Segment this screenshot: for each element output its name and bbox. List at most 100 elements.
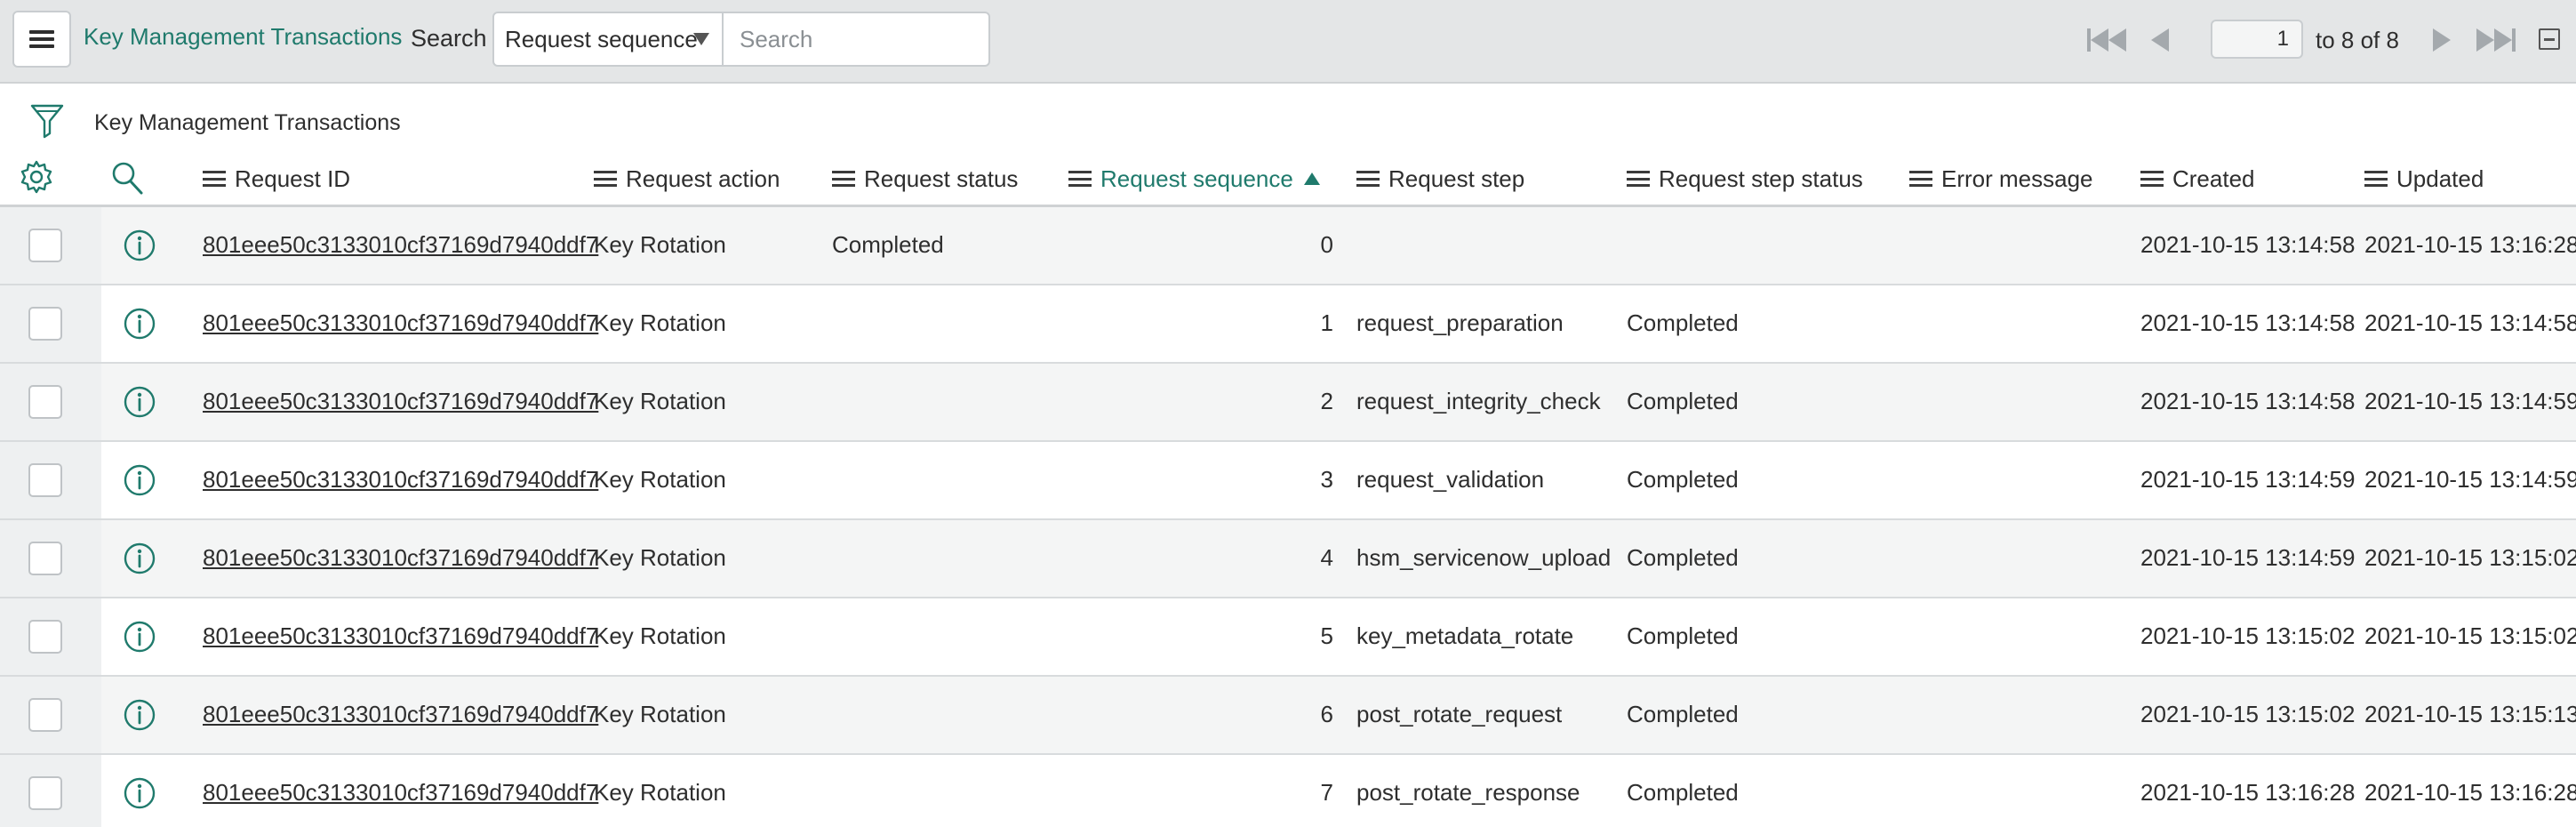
column-lines-icon[interactable] <box>2364 171 2388 187</box>
funnel-filter-icon[interactable] <box>30 103 64 141</box>
cell-request-status: Completed <box>832 231 944 258</box>
cell-created: 2021-10-15 13:15:02 <box>2140 701 2356 727</box>
cell-request-step: request_validation <box>1356 466 1545 493</box>
column-header-label: Request ID <box>235 165 351 192</box>
cell-request-step: key_metadata_rotate <box>1356 622 1574 649</box>
page-number-input[interactable] <box>2211 20 2303 59</box>
column-lines-icon[interactable] <box>203 171 226 187</box>
cell-request-sequence: 2 <box>1320 388 1333 414</box>
table-row: 801eee50c3133010cf37169d7940ddf7 Key Rot… <box>0 364 2576 442</box>
column-header-label: Updated <box>2396 165 2484 192</box>
cell-request-action: Key Rotation <box>594 779 726 806</box>
column-header-request-id[interactable]: Request ID <box>203 164 350 194</box>
cell-request-step-status: Completed <box>1627 622 1739 649</box>
cell-request-step: request_integrity_check <box>1356 388 1601 414</box>
cell-request-id[interactable]: 801eee50c3133010cf37169d7940ddf7 <box>203 622 598 650</box>
column-lines-icon[interactable] <box>832 171 855 187</box>
hamburger-menu-icon <box>29 30 54 48</box>
double-left-arrow-icon[interactable] <box>2087 27 2126 53</box>
cell-request-step-status: Completed <box>1627 388 1739 414</box>
column-header-request-sequence[interactable]: Request sequence <box>1068 164 1320 194</box>
cell-request-action: Key Rotation <box>594 544 726 571</box>
column-header-error-message[interactable]: Error message <box>1909 164 2093 194</box>
cell-request-sequence: 1 <box>1320 309 1333 336</box>
cell-request-id[interactable]: 801eee50c3133010cf37169d7940ddf7 <box>203 701 598 728</box>
column-header-created[interactable]: Created <box>2140 164 2255 194</box>
column-header-request-action[interactable]: Request action <box>594 164 780 194</box>
info-circle-icon[interactable] <box>123 620 156 654</box>
cell-request-id[interactable]: 801eee50c3133010cf37169d7940ddf7 <box>203 544 598 572</box>
cell-request-id[interactable]: 801eee50c3133010cf37169d7940ddf7 <box>203 779 598 807</box>
cell-request-id[interactable]: 801eee50c3133010cf37169d7940ddf7 <box>203 388 598 415</box>
table-row: 801eee50c3133010cf37169d7940ddf7 Key Rot… <box>0 520 2576 598</box>
right-arrow-icon[interactable] <box>2433 27 2451 53</box>
row-checkbox[interactable] <box>28 463 62 497</box>
row-checkbox[interactable] <box>28 229 62 262</box>
list-title[interactable]: Key Management Transactions <box>84 23 402 51</box>
cell-created: 2021-10-15 13:14:59 <box>2140 466 2356 493</box>
row-select-column <box>0 677 101 753</box>
collapse-minus-icon[interactable] <box>2539 28 2560 50</box>
cell-request-id[interactable]: 801eee50c3133010cf37169d7940ddf7 <box>203 231 598 259</box>
cell-request-sequence: 5 <box>1320 622 1333 649</box>
table-row: 801eee50c3133010cf37169d7940ddf7 Key Rot… <box>0 677 2576 755</box>
search-label: Search <box>411 25 487 52</box>
column-lines-icon[interactable] <box>1068 171 1092 187</box>
info-circle-icon[interactable] <box>123 463 156 497</box>
table-row: 801eee50c3133010cf37169d7940ddf7 Key Rot… <box>0 442 2576 520</box>
cell-updated: 2021-10-15 13:14:59 <box>2364 388 2576 414</box>
row-checkbox[interactable] <box>28 307 62 341</box>
column-lines-icon[interactable] <box>1627 171 1650 187</box>
search-field-selected: Request sequence <box>505 25 698 52</box>
column-header-label: Error message <box>1941 165 2093 192</box>
cell-created: 2021-10-15 13:15:02 <box>2140 622 2356 649</box>
breadcrumb[interactable]: Key Management Transactions <box>94 110 401 136</box>
row-checkbox[interactable] <box>28 698 62 732</box>
list-header-bar: Key Management Transactions Search Reque… <box>0 0 2576 84</box>
cell-request-id[interactable]: 801eee50c3133010cf37169d7940ddf7 <box>203 309 598 337</box>
info-circle-icon[interactable] <box>123 698 156 732</box>
column-header-label: Request sequence <box>1100 165 1293 192</box>
gear-icon[interactable] <box>20 160 53 194</box>
column-header-label: Created <box>2172 165 2255 192</box>
cell-created: 2021-10-15 13:14:59 <box>2140 544 2356 571</box>
info-circle-icon[interactable] <box>123 229 156 262</box>
column-header-request-status[interactable]: Request status <box>832 164 1018 194</box>
row-select-column <box>0 520 101 597</box>
row-checkbox[interactable] <box>28 542 62 575</box>
table-row: 801eee50c3133010cf37169d7940ddf7 Key Rot… <box>0 207 2576 285</box>
column-lines-icon[interactable] <box>1356 171 1380 187</box>
cell-request-id[interactable]: 801eee50c3133010cf37169d7940ddf7 <box>203 466 598 494</box>
column-header-updated[interactable]: Updated <box>2364 164 2484 194</box>
row-checkbox[interactable] <box>28 620 62 654</box>
column-lines-icon[interactable] <box>2140 171 2164 187</box>
column-header-request-step-status[interactable]: Request step status <box>1627 164 1863 194</box>
info-circle-icon[interactable] <box>123 385 156 419</box>
table-row: 801eee50c3133010cf37169d7940ddf7 Key Rot… <box>0 755 2576 827</box>
column-lines-icon[interactable] <box>1909 171 1932 187</box>
column-header-label: Request step status <box>1659 165 1863 192</box>
cell-request-sequence: 0 <box>1320 231 1333 258</box>
column-header-label: Request status <box>864 165 1019 192</box>
cell-updated: 2021-10-15 13:15:13 <box>2364 701 2576 727</box>
info-circle-icon[interactable] <box>123 542 156 575</box>
row-checkbox[interactable] <box>28 776 62 810</box>
list-context-menu-button[interactable] <box>12 11 71 68</box>
cell-request-sequence: 4 <box>1320 544 1333 571</box>
row-select-column <box>0 207 101 284</box>
column-lines-icon[interactable] <box>594 171 617 187</box>
search-input[interactable] <box>722 12 990 67</box>
row-checkbox[interactable] <box>28 385 62 419</box>
left-arrow-icon[interactable] <box>2151 27 2169 53</box>
double-right-arrow-icon[interactable] <box>2476 27 2516 53</box>
column-header-request-step[interactable]: Request step <box>1356 164 1524 194</box>
magnifier-icon[interactable] <box>110 160 144 196</box>
info-circle-icon[interactable] <box>123 307 156 341</box>
table-row: 801eee50c3133010cf37169d7940ddf7 Key Rot… <box>0 285 2576 364</box>
chevron-down-icon <box>693 33 709 45</box>
search-field-select[interactable]: Request sequence <box>492 12 724 67</box>
cell-created: 2021-10-15 13:14:58 <box>2140 231 2356 258</box>
cell-request-step-status: Completed <box>1627 779 1739 806</box>
cell-request-step-status: Completed <box>1627 544 1739 571</box>
info-circle-icon[interactable] <box>123 776 156 810</box>
